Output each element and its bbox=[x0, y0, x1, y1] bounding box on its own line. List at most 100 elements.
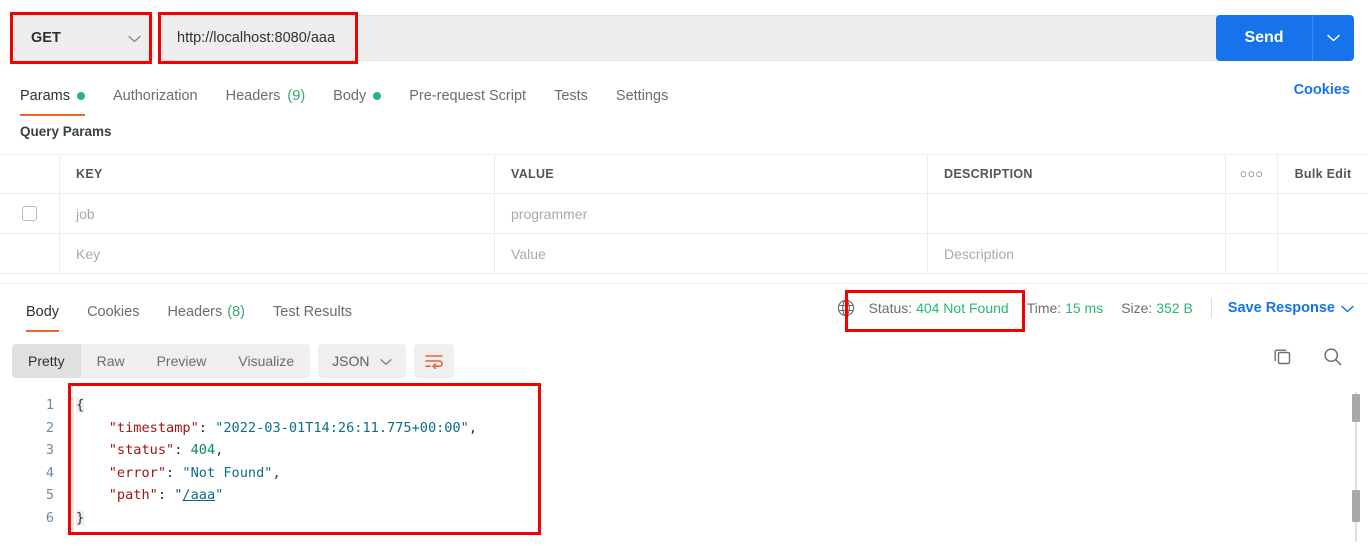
json-code: { "timestamp": "2022-03-01T14:26:11.775+… bbox=[76, 394, 477, 530]
tab-pre-request-script-label: Pre-request Script bbox=[409, 88, 527, 104]
method-select[interactable]: GET bbox=[14, 15, 154, 61]
tab-tests[interactable]: Tests bbox=[540, 76, 602, 116]
code-token: "Not Found" bbox=[182, 464, 273, 481]
row-description-placeholder[interactable]: Description bbox=[928, 234, 1226, 273]
line-number: 1 bbox=[45, 397, 54, 413]
time-value: 15 ms bbox=[1065, 300, 1104, 316]
time-badge: Time: 15 ms bbox=[1027, 300, 1104, 316]
scrollbar-thumb-secondary[interactable] bbox=[1352, 490, 1360, 522]
copy-icon[interactable] bbox=[1272, 346, 1294, 368]
tab-settings[interactable]: Settings bbox=[602, 76, 682, 116]
table-more-options-icon[interactable]: ○○○ bbox=[1226, 155, 1278, 193]
size-label: Size: bbox=[1121, 300, 1153, 316]
view-mode-visualize[interactable]: Visualize bbox=[222, 344, 310, 378]
line-number: 2 bbox=[45, 419, 54, 436]
tab-params-label: Params bbox=[20, 88, 70, 104]
code-line: "timestamp": "2022-03-01T14:26:11.775+00… bbox=[76, 417, 477, 440]
response-tab-headers[interactable]: Headers (8) bbox=[153, 292, 259, 332]
line-number: 6 bbox=[45, 509, 54, 526]
row-checkbox-cell bbox=[0, 194, 60, 233]
tab-authorization-label: Authorization bbox=[112, 88, 198, 104]
table-row: Key Value Description bbox=[0, 234, 1368, 274]
row-value-placeholder[interactable]: Value bbox=[495, 234, 928, 273]
code-line: { bbox=[76, 394, 477, 417]
line-number-gutter: 1 2 3 4 5 6 bbox=[0, 388, 66, 546]
response-meta-bar: Status: 404 Not Found Time: 15 ms Size: … bbox=[837, 298, 1354, 318]
scrollbar-thumb[interactable] bbox=[1352, 394, 1360, 422]
view-mode-preview[interactable]: Preview bbox=[141, 344, 223, 378]
wrap-lines-icon[interactable] bbox=[413, 344, 454, 378]
code-line: "status": 404, bbox=[76, 439, 477, 462]
code-token: } bbox=[76, 509, 85, 526]
code-token: "path" bbox=[108, 487, 158, 504]
row-more-options-empty[interactable] bbox=[1226, 234, 1278, 273]
status-value: 404 Not Found bbox=[916, 300, 1009, 316]
table-row: job programmer bbox=[0, 194, 1368, 234]
response-tab-cookies-label: Cookies bbox=[87, 304, 140, 320]
response-tab-cookies[interactable]: Cookies bbox=[73, 292, 153, 332]
format-chevron-down-icon bbox=[379, 353, 392, 369]
response-body-scrollbar[interactable] bbox=[1352, 392, 1360, 542]
tab-headers-count: (9) bbox=[287, 88, 306, 104]
tab-body[interactable]: Body bbox=[319, 76, 395, 116]
view-mode-raw[interactable]: Raw bbox=[81, 344, 141, 378]
code-token: : bbox=[174, 442, 191, 459]
tab-headers[interactable]: Headers (9) bbox=[212, 76, 320, 116]
send-options-caret[interactable] bbox=[1312, 15, 1354, 61]
search-icon[interactable] bbox=[1322, 346, 1344, 368]
view-mode-pretty[interactable]: Pretty bbox=[12, 344, 81, 378]
tab-tests-label: Tests bbox=[554, 88, 588, 104]
code-token: "error" bbox=[108, 464, 167, 481]
response-tab-body-label: Body bbox=[26, 304, 60, 320]
send-button[interactable]: Send bbox=[1216, 15, 1312, 61]
size-badge: Size: 352 B bbox=[1121, 300, 1193, 316]
response-body-tools bbox=[1272, 346, 1344, 368]
tab-authorization[interactable]: Authorization bbox=[99, 76, 212, 116]
time-label: Time: bbox=[1026, 300, 1062, 316]
response-tab-body[interactable]: Body bbox=[12, 292, 73, 332]
line-number: 5 bbox=[45, 487, 54, 504]
meta-divider bbox=[1210, 298, 1212, 318]
row-spacer-2 bbox=[1278, 234, 1368, 273]
row-value[interactable]: programmer bbox=[495, 194, 928, 233]
header-description: DESCRIPTION bbox=[928, 155, 1226, 193]
tab-params[interactable]: Params bbox=[16, 76, 99, 116]
url-input-value: http://localhost:8080/aaa bbox=[177, 30, 336, 46]
tab-pre-request-script[interactable]: Pre-request Script bbox=[395, 76, 540, 116]
row-description[interactable] bbox=[928, 194, 1226, 233]
code-token: "2022-03-01T14:26:11.775+00:00" bbox=[215, 419, 469, 436]
code-token: "timestamp" bbox=[108, 419, 199, 436]
save-response-caret-icon[interactable] bbox=[1341, 301, 1354, 316]
save-response-button[interactable]: Save Response bbox=[1228, 300, 1335, 316]
code-token: , bbox=[215, 442, 224, 459]
send-button-group: Send bbox=[1216, 15, 1354, 61]
body-modified-dot-icon bbox=[373, 92, 382, 100]
request-url-bar: GET http://localhost:8080/aaa bbox=[0, 0, 1368, 76]
code-token: "status" bbox=[108, 442, 175, 459]
row-checkbox[interactable] bbox=[22, 206, 37, 221]
row-more-options[interactable] bbox=[1226, 194, 1278, 233]
row-key[interactable]: job bbox=[60, 194, 495, 233]
cookies-link[interactable]: Cookies bbox=[1294, 82, 1350, 98]
code-token: , bbox=[468, 419, 478, 436]
response-view-toolbar: Pretty Raw Preview Visualize JSON bbox=[12, 344, 454, 378]
code-token: : bbox=[157, 487, 175, 504]
bulk-edit-button[interactable]: Bulk Edit bbox=[1278, 155, 1368, 193]
row-key-placeholder[interactable]: Key bbox=[60, 234, 495, 273]
code-token: : bbox=[198, 419, 216, 436]
code-token: " bbox=[215, 487, 224, 504]
row-spacer bbox=[1278, 194, 1368, 233]
method-select-value: GET bbox=[31, 30, 61, 46]
code-token[interactable]: /aaa bbox=[182, 487, 215, 503]
code-token: : bbox=[166, 464, 183, 481]
format-select[interactable]: JSON bbox=[318, 344, 406, 378]
url-input[interactable]: http://localhost:8080/aaa bbox=[162, 15, 1222, 61]
table-header-row: KEY VALUE DESCRIPTION ○○○ Bulk Edit bbox=[0, 154, 1368, 194]
header-value: VALUE bbox=[495, 155, 928, 193]
response-body-json[interactable]: 1 2 3 4 5 6 { "timestamp": "2022-03-01T14:26:… bbox=[0, 388, 1368, 546]
response-tab-headers-count: (8) bbox=[227, 304, 245, 320]
response-tab-test-results[interactable]: Test Results bbox=[259, 292, 366, 332]
tab-body-label: Body bbox=[333, 88, 367, 104]
